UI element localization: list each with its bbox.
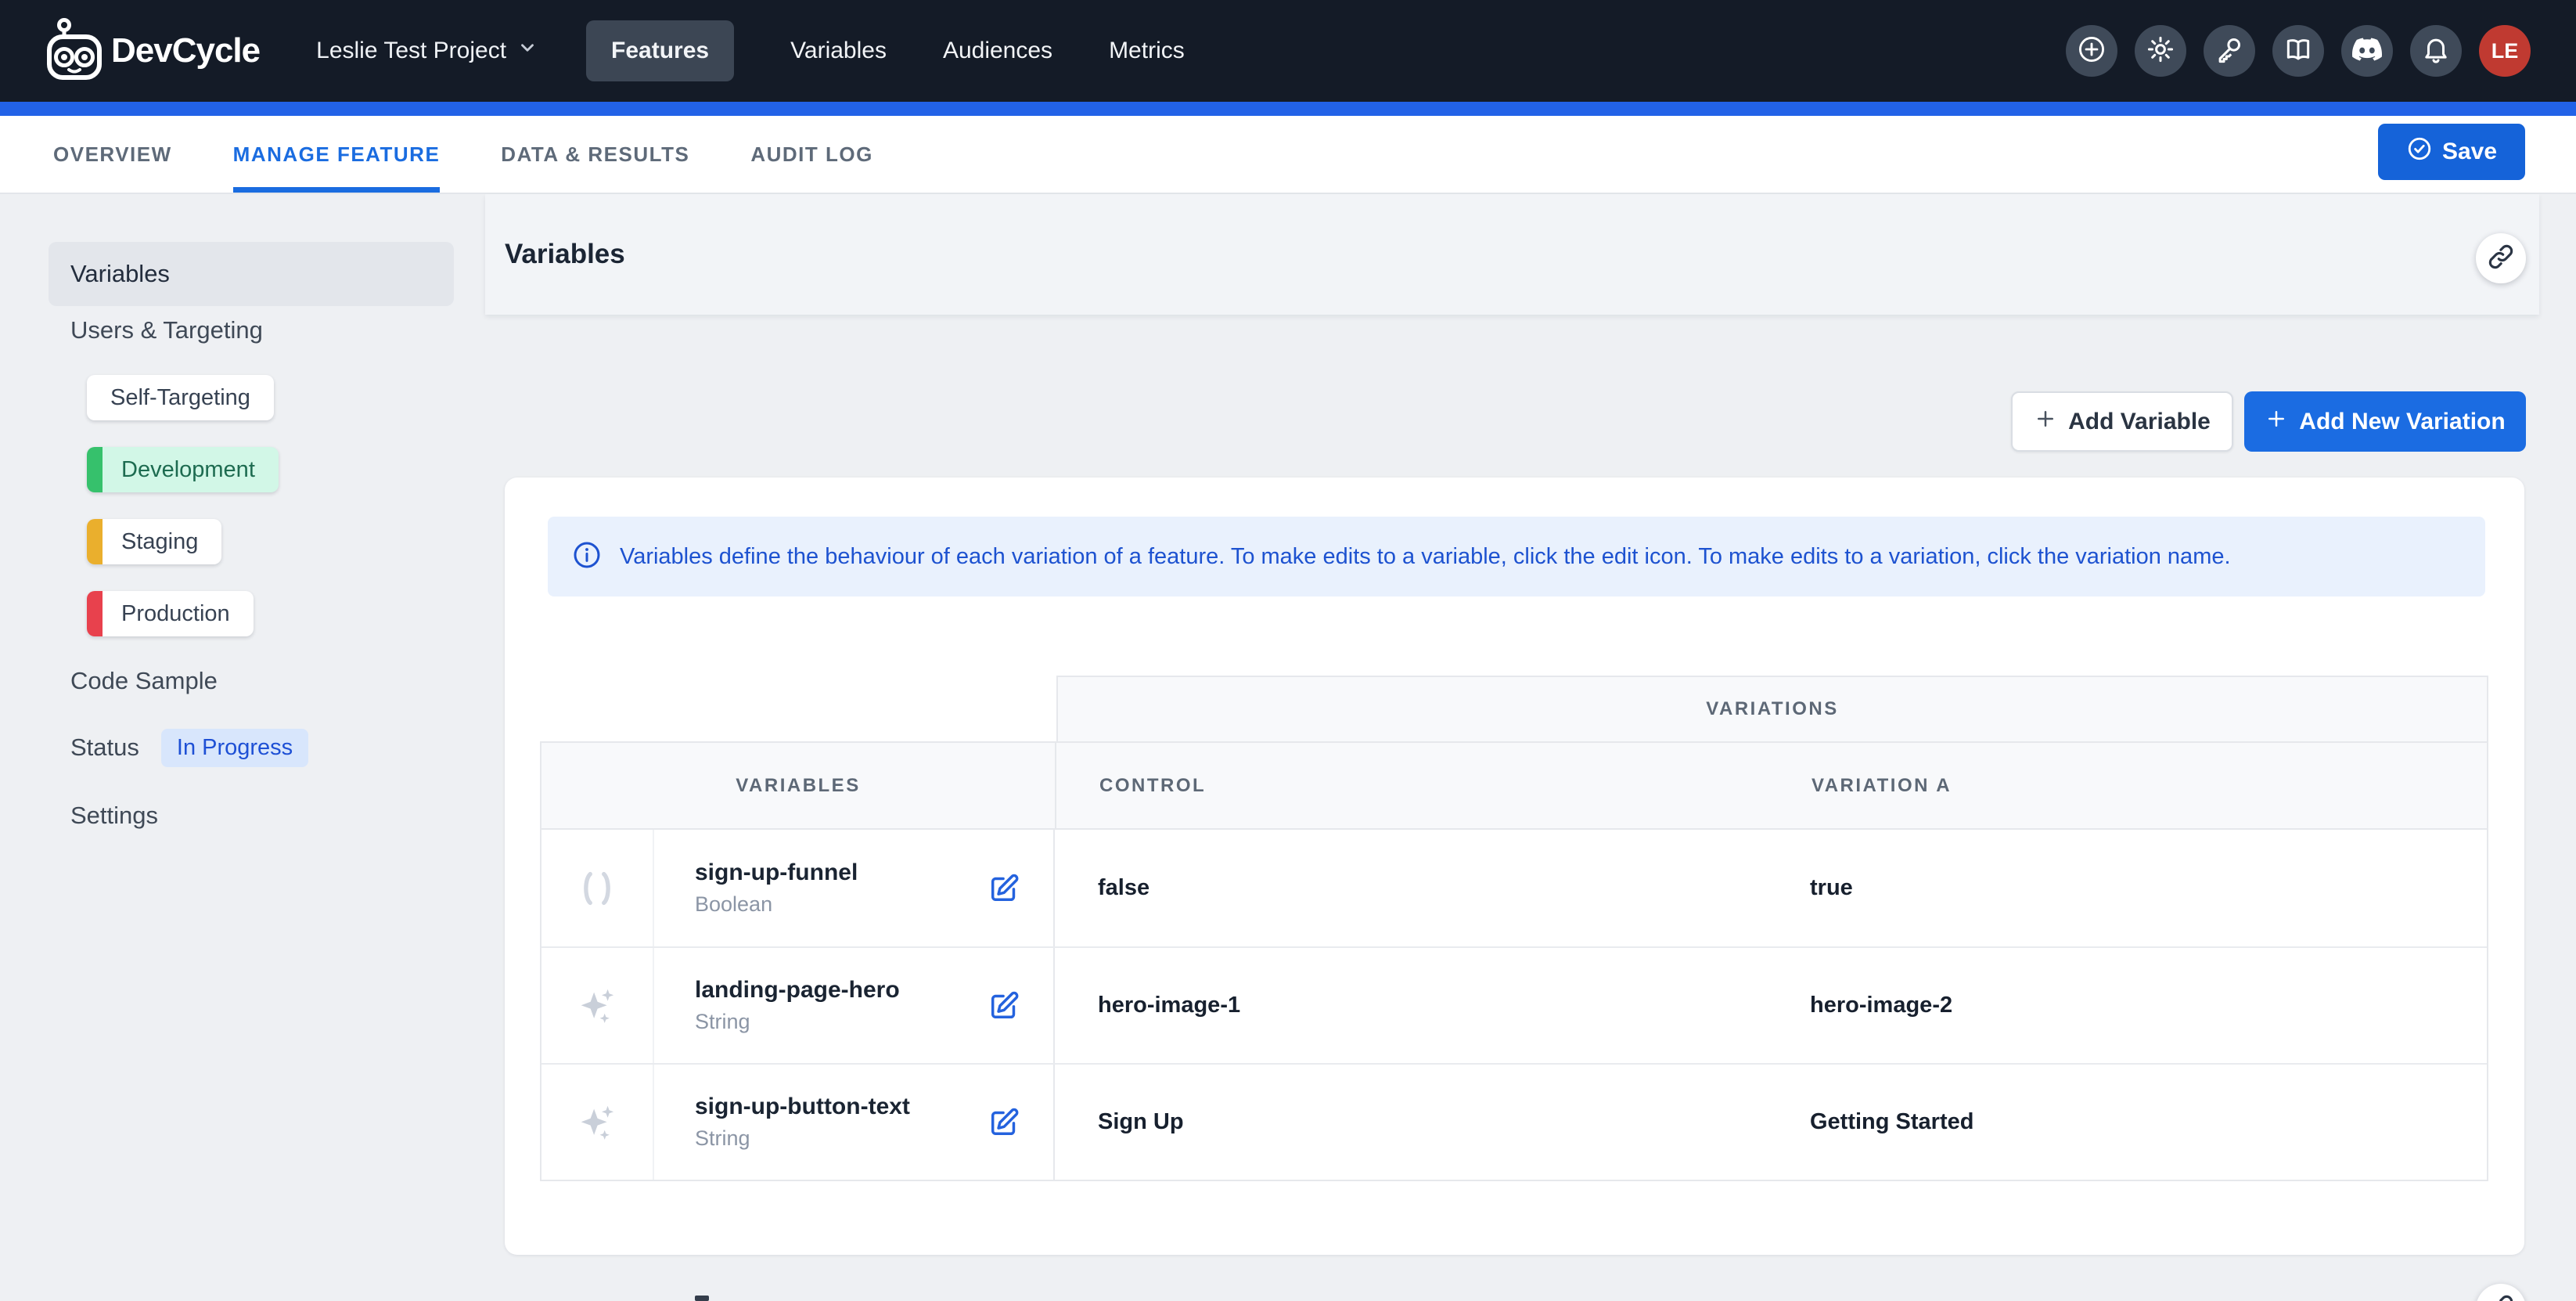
project-name: Leslie Test Project <box>316 38 506 64</box>
variation-a-value[interactable]: hero-image-2 <box>1790 948 2487 1063</box>
edit-variable-button[interactable] <box>986 870 1022 906</box>
plus-icon <box>2265 407 2288 437</box>
nav-item-audiences[interactable]: Audiences <box>943 20 1052 81</box>
project-switcher[interactable]: Leslie Test Project <box>316 38 538 64</box>
add-new-variation-label: Add New Variation <box>2299 409 2505 435</box>
table-column-header: VARIABLES CONTROL VARIATION A <box>540 741 2488 830</box>
variable-name-cell: sign-up-button-text String <box>654 1065 1055 1180</box>
table-row: sign-up-funnel Boolean false true <box>541 830 2487 946</box>
column-header-variation-a[interactable]: VARIATION A <box>1792 775 2487 797</box>
env-label: Production <box>103 601 254 627</box>
status-badge: In Progress <box>161 729 308 767</box>
sidebar-env-self-targeting[interactable]: Self-Targeting <box>87 375 274 420</box>
bell-icon <box>2421 34 2451 68</box>
devcycle-app: DevCycle Leslie Test Project Features Va… <box>0 0 2576 1301</box>
info-banner: Variables define the behaviour of each v… <box>548 517 2485 596</box>
top-navbar: DevCycle Leslie Test Project Features Va… <box>0 0 2576 102</box>
discord-icon <box>2352 34 2382 68</box>
brand-logo[interactable]: DevCycle <box>45 18 260 85</box>
table-row: sign-up-button-text String Sign Up Getti… <box>541 1063 2487 1180</box>
sparkles-icon <box>541 1065 654 1180</box>
nav-item-metrics[interactable]: Metrics <box>1109 20 1185 81</box>
copy-link-button-bottom[interactable] <box>2476 1284 2526 1301</box>
notifications-button[interactable] <box>2410 25 2462 77</box>
edit-variable-button[interactable] <box>986 988 1022 1024</box>
chevron-down-icon <box>517 38 538 64</box>
variations-group-header: VARIATIONS <box>1056 676 2488 741</box>
sidebar-env-production[interactable]: Production <box>87 591 254 636</box>
settings-button[interactable] <box>2135 25 2186 77</box>
plus-icon <box>2034 407 2057 437</box>
user-avatar[interactable]: LE <box>2479 25 2531 77</box>
table-row: landing-page-hero String hero-image-1 he… <box>541 946 2487 1063</box>
env-label: Staging <box>103 529 221 555</box>
nav-item-variables[interactable]: Variables <box>790 20 887 81</box>
next-section-clipped-text <box>695 1296 709 1301</box>
sidebar-item-code-sample[interactable]: Code Sample <box>70 664 218 698</box>
variables-card: Variables define the behaviour of each v… <box>505 478 2524 1255</box>
tab-manage-feature[interactable]: MANAGE FEATURE <box>233 116 441 193</box>
check-circle-icon <box>2406 135 2433 168</box>
boolean-type-icon <box>541 830 654 946</box>
env-color-bar <box>87 591 103 636</box>
control-value[interactable]: false <box>1055 830 1790 946</box>
book-icon <box>2283 34 2313 68</box>
column-header-control[interactable]: CONTROL <box>1056 775 1792 797</box>
variable-name-cell: sign-up-funnel Boolean <box>654 830 1055 946</box>
env-color-bar <box>87 447 103 492</box>
gear-icon <box>2146 34 2175 68</box>
status-label: Status <box>70 733 139 762</box>
primary-nav: Features Variables Audiences Metrics <box>586 20 1185 81</box>
sidebar-item-settings[interactable]: Settings <box>70 798 158 833</box>
variation-a-value[interactable]: Getting Started <box>1790 1065 2487 1180</box>
save-button[interactable]: Save <box>2378 124 2525 180</box>
accent-strip <box>0 102 2576 116</box>
page-title: Variables <box>505 239 625 270</box>
sidebar-item-variables[interactable]: Variables <box>49 242 454 306</box>
tab-data-results[interactable]: DATA & RESULTS <box>501 116 689 193</box>
tab-overview[interactable]: OVERVIEW <box>53 116 172 193</box>
sidebar-env-staging[interactable]: Staging <box>87 519 221 564</box>
add-variable-label: Add Variable <box>2068 409 2211 435</box>
key-icon <box>2214 34 2244 68</box>
copy-link-button[interactable] <box>2476 233 2526 283</box>
control-value[interactable]: hero-image-1 <box>1055 948 1790 1063</box>
link-icon <box>2487 243 2515 275</box>
plus-circle-icon <box>2077 34 2106 68</box>
env-color-bar <box>87 519 103 564</box>
devcycle-robot-icon <box>45 18 103 85</box>
api-keys-button[interactable] <box>2204 25 2255 77</box>
feature-tabbar: OVERVIEW MANAGE FEATURE DATA & RESULTS A… <box>0 116 2576 194</box>
nav-item-features[interactable]: Features <box>586 20 734 81</box>
edit-variable-button[interactable] <box>986 1105 1022 1141</box>
discord-button[interactable] <box>2341 25 2393 77</box>
env-label: Self-Targeting <box>87 385 274 411</box>
control-value[interactable]: Sign Up <box>1055 1065 1790 1180</box>
add-variable-button[interactable]: Add Variable <box>2011 391 2233 452</box>
info-banner-text: Variables define the behaviour of each v… <box>620 544 2231 570</box>
link-icon <box>2487 1293 2515 1301</box>
add-new-variation-button[interactable]: Add New Variation <box>2244 391 2526 452</box>
brand-name: DevCycle <box>111 31 260 70</box>
column-header-variables: VARIABLES <box>541 743 1056 828</box>
info-circle-icon <box>571 539 603 575</box>
docs-button[interactable] <box>2272 25 2324 77</box>
sidebar-item-users-targeting[interactable]: Users & Targeting <box>70 313 263 348</box>
sidebar-env-development[interactable]: Development <box>87 447 279 492</box>
tab-audit-log[interactable]: AUDIT LOG <box>750 116 873 193</box>
section-header: Variables <box>485 194 2539 315</box>
create-button[interactable] <box>2066 25 2117 77</box>
sidebar-item-status[interactable]: Status In Progress <box>70 728 308 767</box>
env-label: Development <box>103 457 279 483</box>
navbar-actions: LE <box>2066 25 2531 77</box>
sparkles-icon <box>541 948 654 1063</box>
variable-name-cell: landing-page-hero String <box>654 948 1055 1063</box>
variation-a-value[interactable]: true <box>1790 830 2487 946</box>
save-button-label: Save <box>2442 139 2497 165</box>
variables-table-body: sign-up-funnel Boolean false true landin… <box>540 830 2488 1181</box>
